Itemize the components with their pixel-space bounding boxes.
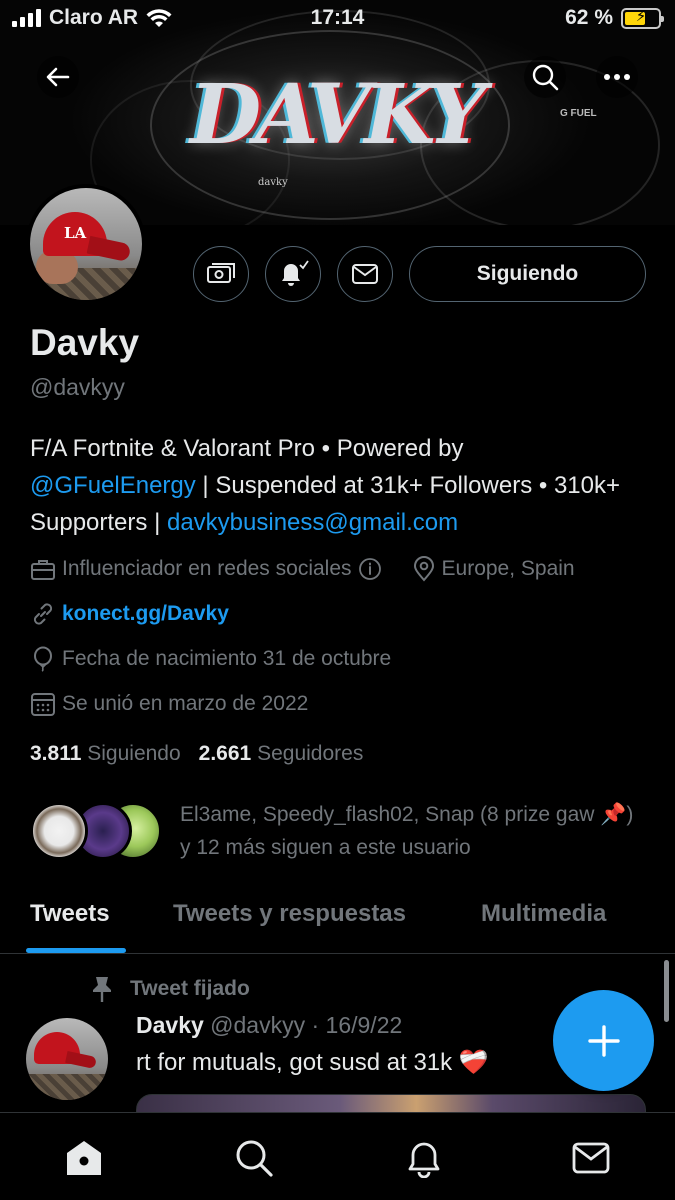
bell-check-icon [282,260,309,286]
tip-button[interactable] [193,246,249,302]
tweet-handle-date: @davkyy · 16/9/22 [210,1012,403,1038]
profile-category-row: Influenciador en redes sociales Europe, … [30,556,575,582]
location-pin-icon [413,556,434,582]
link-icon [33,603,53,625]
nav-home[interactable] [59,1133,109,1183]
search-icon [236,1140,273,1177]
status-bar: Claro AR 17:14 62 % ⚡ [0,0,675,40]
profile-birthday: Fecha de nacimiento 31 de octubre [62,647,392,670]
status-right: 62 % ⚡ [565,6,664,30]
arrow-left-icon [46,67,70,87]
nav-messages[interactable] [566,1133,616,1183]
profile-category: Influenciador en redes sociales [62,557,352,580]
user-handle: @davkyy [30,374,125,400]
pinned-tweet-label: Tweet fijado [90,975,250,1003]
search-button[interactable] [524,56,566,98]
banner-signature: davky [258,177,288,188]
profile-joined-date: Se unió en marzo de 2022 [62,692,309,715]
bell-icon [408,1142,440,1178]
pin-icon [93,977,111,1002]
profile-tabs: Tweets Tweets y respuestas Multimedia [0,890,675,954]
tweet-author-name[interactable]: Davky [136,1012,204,1038]
active-tab-indicator [26,948,126,953]
envelope-icon [572,1142,610,1174]
tweet-text: rt for mutuals, got susd at 31k ❤️‍🩹 [136,1049,489,1076]
followers-count-link[interactable]: 2.661 Seguidores [199,742,364,766]
follow-counts: 3.811 Siguiendo 2.661 Seguidores [30,742,363,766]
bottom-navigation [0,1112,675,1200]
profile-location: Europe, Spain [441,557,575,580]
profile-birthday-row: Fecha de nacimiento 31 de octubre [30,646,391,672]
notifications-toggle-button[interactable] [265,246,321,302]
money-icon [207,263,235,283]
battery-percent: 62 % [565,6,613,29]
mutual-avatar-1 [30,802,88,860]
plus-icon [587,1024,620,1057]
envelope-icon [352,264,378,284]
banner-logo: DAVKY [190,67,486,163]
tweet-author-avatar[interactable] [26,1018,108,1100]
tweet-header: Davky @davkyy · 16/9/22 [136,1012,402,1039]
more-options-button[interactable] [596,56,638,98]
profile-avatar[interactable]: LA [26,184,146,304]
nav-search[interactable] [229,1133,279,1183]
bio-text: F/A Fortnite & Valorant Pro • Powered by [30,435,464,462]
bio-mention-link[interactable]: @GFuelEnergy [30,472,196,499]
profile-website-row: konect.gg/Davky [30,601,229,627]
mutual-followers[interactable]: El3ame, Speedy_flash02, Snap (8 prize ga… [30,798,650,868]
home-icon [67,1141,101,1175]
compose-tweet-button[interactable] [553,990,654,1091]
more-horizontal-icon [604,74,630,80]
back-button[interactable] [37,56,79,98]
tab-media[interactable]: Multimedia [481,900,606,928]
tab-tweets-and-replies[interactable]: Tweets y respuestas [173,900,406,928]
scrollbar[interactable] [664,960,669,1022]
balloon-icon [34,646,52,672]
following-count-link[interactable]: 3.811 Siguiendo [30,742,181,766]
following-button[interactable]: Siguiendo [409,246,646,302]
info-icon[interactable] [358,557,382,581]
battery-charging-icon: ⚡ [621,7,664,29]
display-name: Davky [30,322,140,363]
banner-sponsor-logo: G FUEL [560,108,597,119]
bio-email-link[interactable]: davkybusiness@gmail.com [167,509,458,536]
search-icon [532,64,559,91]
briefcase-icon [31,560,55,580]
profile-bio: F/A Fortnite & Valorant Pro • Powered by… [30,430,650,541]
message-button[interactable] [337,246,393,302]
mutual-followers-text: El3ame, Speedy_flash02, Snap (8 prize ga… [180,803,634,859]
calendar-icon [31,693,55,716]
profile-website-link[interactable]: konect.gg/Davky [62,602,229,626]
profile-joined-row: Se unió en marzo de 2022 [30,691,308,717]
tab-tweets[interactable]: Tweets [30,900,110,928]
nav-notifications[interactable] [399,1133,449,1183]
